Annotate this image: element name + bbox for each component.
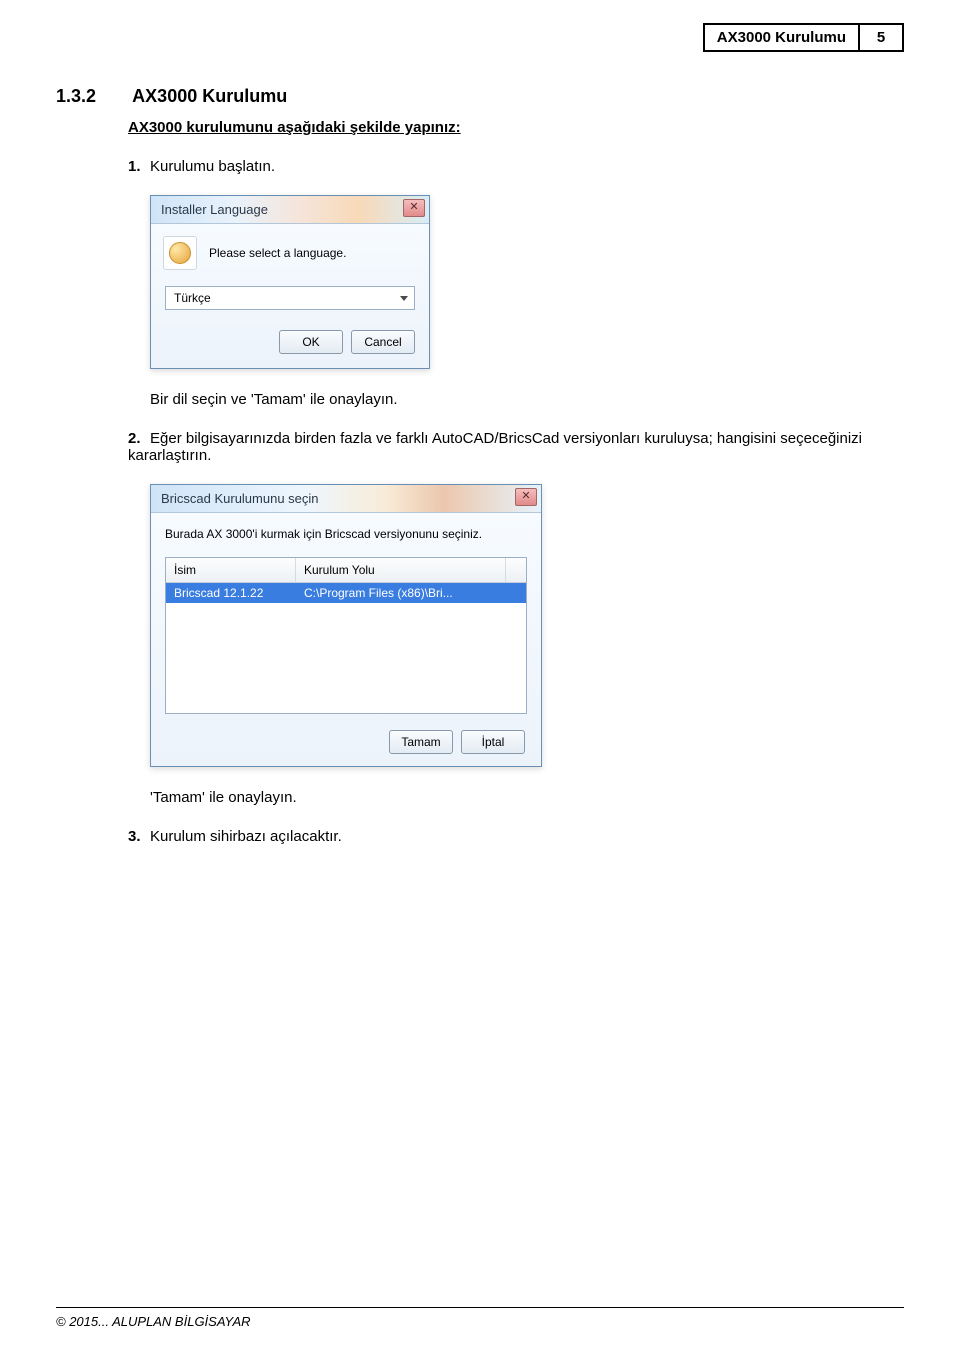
page-content: 1.3.2 AX3000 Kurulumu AX3000 kurulumunu … <box>56 86 904 845</box>
dialog2-buttons: Tamam İptal <box>165 726 527 756</box>
row-path: C:\Program Files (x86)\Bri... <box>296 583 526 603</box>
cancel-button[interactable]: Cancel <box>351 330 415 354</box>
footer-copyright: © 2015... ALUPLAN BİLGİSAYAR <box>56 1314 904 1329</box>
page-header: AX3000 Kurulumu 5 <box>703 23 904 52</box>
installer-language-dialog: Installer Language ✕ Please select a lan… <box>150 195 430 369</box>
dialog-bricscad-wrap: Bricscad Kurulumunu seçin ✕ Burada AX 30… <box>150 484 904 767</box>
step-3-text: Kurulum sihirbazı açılacaktır. <box>150 828 342 845</box>
language-select[interactable]: Türkçe <box>165 286 415 310</box>
close-icon[interactable]: ✕ <box>515 488 537 506</box>
step-2: 2.Eğer bilgisayarınızda birden fazla ve … <box>128 430 904 464</box>
step-1: 1.Kurulumu başlatın. <box>128 158 904 175</box>
list-empty-area <box>166 603 526 713</box>
dialog1-buttons: OK Cancel <box>163 326 417 356</box>
dialog1-title: Installer Language <box>161 202 268 217</box>
step-2-after: 'Tamam' ile onaylayın. <box>150 789 904 806</box>
step-1-after: Bir dil seçin ve 'Tamam' ile onaylayın. <box>150 391 904 408</box>
dialog2-body: Burada AX 3000'i kurmak için Bricscad ve… <box>151 513 541 766</box>
row-name: Bricscad 12.1.22 <box>166 583 296 603</box>
dialog1-titlebar: Installer Language ✕ <box>151 196 429 224</box>
section-heading: 1.3.2 AX3000 Kurulumu <box>56 86 904 107</box>
col-name-header: İsim <box>166 558 296 583</box>
dialog1-prompt-row: Please select a language. <box>163 236 417 270</box>
globe-icon <box>163 236 197 270</box>
header-page-number: 5 <box>860 23 904 52</box>
dialog-language-wrap: Installer Language ✕ Please select a lan… <box>150 195 904 369</box>
step-3: 3.Kurulum sihirbazı açılacaktır. <box>128 828 904 845</box>
section-number: 1.3.2 <box>56 86 128 107</box>
section-title: AX3000 Kurulumu <box>132 86 287 107</box>
close-icon[interactable]: ✕ <box>403 199 425 217</box>
dialog2-title: Bricscad Kurulumunu seçin <box>161 491 319 506</box>
dialog1-prompt: Please select a language. <box>209 246 346 260</box>
section-subtitle: AX3000 kurulumunu aşağıdaki şekilde yapı… <box>128 119 904 136</box>
dialog2-instruction: Burada AX 3000'i kurmak için Bricscad ve… <box>165 527 527 541</box>
ok-button[interactable]: Tamam <box>389 730 453 754</box>
dialog2-titlebar: Bricscad Kurulumunu seçin ✕ <box>151 485 541 513</box>
language-select-value: Türkçe <box>174 291 211 305</box>
chevron-down-icon <box>400 296 408 301</box>
col-spacer <box>506 558 526 583</box>
step-1-number: 1. <box>128 158 150 175</box>
step-2-number: 2. <box>128 430 150 447</box>
step-1-text: Kurulumu başlatın. <box>150 158 275 175</box>
version-list[interactable]: İsim Kurulum Yolu Bricscad 12.1.22 C:\Pr… <box>165 557 527 714</box>
header-title: AX3000 Kurulumu <box>703 23 860 52</box>
list-item[interactable]: Bricscad 12.1.22 C:\Program Files (x86)\… <box>166 583 526 603</box>
footer-line <box>56 1307 904 1308</box>
cancel-button[interactable]: İptal <box>461 730 525 754</box>
step-3-number: 3. <box>128 828 150 845</box>
bricscad-select-dialog: Bricscad Kurulumunu seçin ✕ Burada AX 30… <box>150 484 542 767</box>
list-header: İsim Kurulum Yolu <box>166 558 526 583</box>
col-path-header: Kurulum Yolu <box>296 558 506 583</box>
step-2-text: Eğer bilgisayarınızda birden fazla ve fa… <box>128 430 862 464</box>
ok-button[interactable]: OK <box>279 330 343 354</box>
dialog1-body: Please select a language. Türkçe OK Canc… <box>151 224 429 368</box>
page-footer: © 2015... ALUPLAN BİLGİSAYAR <box>56 1307 904 1329</box>
